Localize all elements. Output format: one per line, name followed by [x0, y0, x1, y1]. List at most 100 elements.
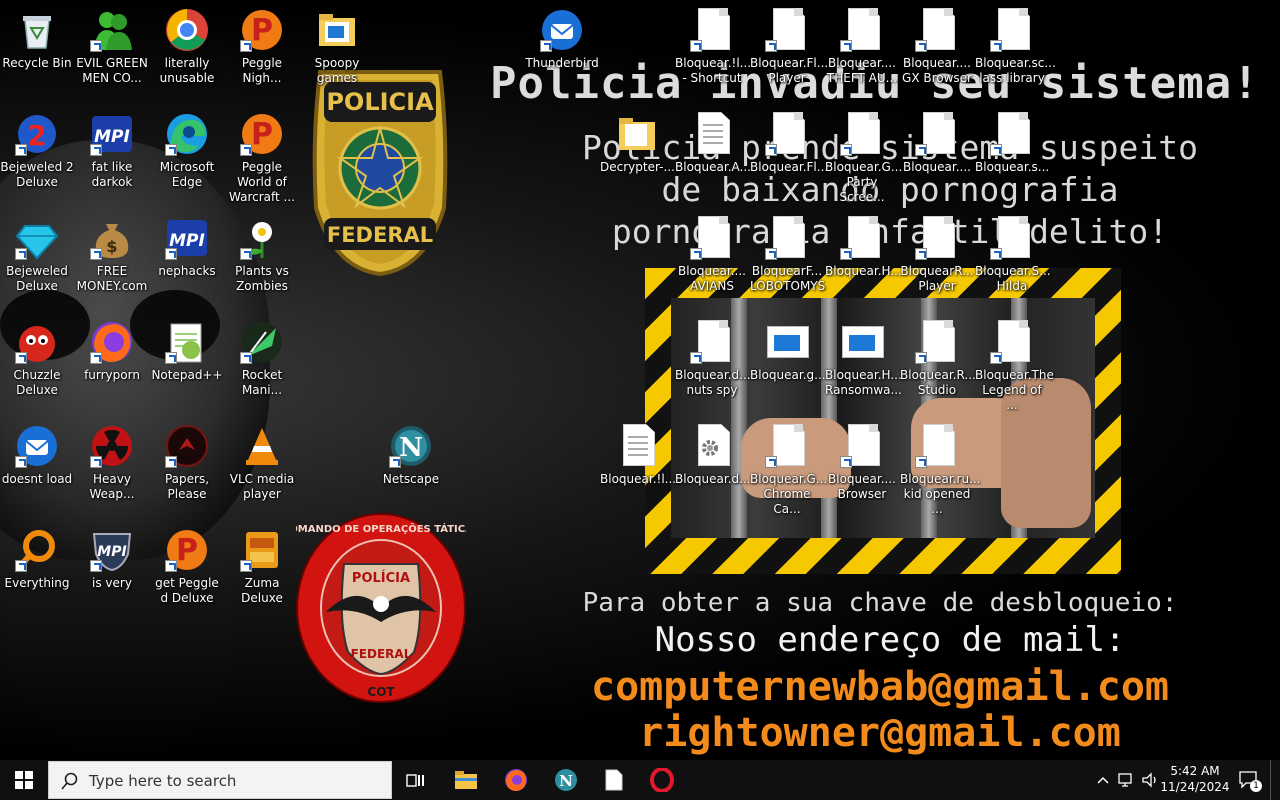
taskbar-netscape[interactable]: N	[542, 760, 590, 800]
desktop-icon-is-very[interactable]: MPI is very	[75, 524, 149, 591]
desktop-icon-plants-vs-zombies[interactable]: Plants vs Zombies	[225, 212, 299, 294]
taskbar-search-box[interactable]: Type here to search	[48, 761, 392, 799]
file-icon-bloquear-legend-of[interactable]: Bloquear.The Legend of ...	[975, 316, 1054, 413]
taskbar-clock[interactable]: 5:42 AM 11/24/2024	[1160, 763, 1230, 795]
netscape-icon: N	[389, 424, 433, 468]
file-icon-bloquear-chrome-cache[interactable]: Bloquear.G... Chrome Ca...	[750, 420, 827, 517]
file-icon-bloquear-hilda[interactable]: Bloquear.S... Hilda	[975, 212, 1051, 294]
desktop-icon-notepad-plus-plus[interactable]: Notepad++	[150, 316, 224, 383]
file-icon-bloquear-party-screen[interactable]: Bloquear.G... Party Scree...	[825, 108, 902, 205]
file-icon-bloquear-class-library[interactable]: Bloquear.sc... lass library	[975, 4, 1056, 86]
desktop-icon-doesnt-load[interactable]: doesnt load	[0, 420, 74, 487]
desktop-icon-label: Zuma Deluxe	[241, 576, 283, 605]
taskbar: Type here to search N 5:42 AM 11/24/2024…	[0, 760, 1280, 800]
desktop-icon-peggle-wow[interactable]: P Peggle World of Warcraft ...	[225, 108, 299, 205]
file-icon-bloquear-s[interactable]: Bloquear.s...	[975, 108, 1049, 175]
desktop-icon-free-money[interactable]: $ FREE MONEY.com	[75, 212, 149, 294]
desktop-icon-recycle-bin[interactable]: Recycle Bin	[0, 4, 74, 71]
badge-federal-top-text: POLICIA	[326, 88, 434, 116]
desktop-icon-label: Peggle World of Warcraft ...	[229, 160, 295, 204]
desktop-icon-evil-green-men[interactable]: EVIL GREEN MEN CO...	[75, 4, 149, 86]
file-icon-label: Bloquear.ru... kid opened ...	[900, 472, 981, 516]
file-icon-label: Bloquear.S... Hilda	[975, 264, 1051, 293]
file-icon-bloquear-fl-player[interactable]: Bloquear.Fl... Player	[750, 4, 828, 86]
desktop-icon-label: furryporn	[84, 368, 140, 382]
desktop-icon-fat-like-darkok[interactable]: MPI fat like darkok	[75, 108, 149, 190]
app-window-icon	[765, 320, 809, 364]
unlock-prompt: Para obter a sua chave de desbloqueio:	[582, 588, 1178, 618]
clock-date: 11/24/2024	[1160, 780, 1230, 794]
desktop-icon-label: literally unusable	[159, 56, 215, 85]
file-icon-bloquear-h[interactable]: Bloquear.H...	[825, 212, 902, 279]
file-explorer-icon	[455, 771, 477, 789]
notifications-button[interactable]: 1	[1234, 760, 1264, 800]
file-icon-bloquear-generic[interactable]: Bloquear....	[900, 108, 974, 175]
desktop-icon-thunderbird[interactable]: Thunderbird	[525, 4, 599, 71]
mail-heading: Nosso endereço de mail:	[654, 620, 1126, 660]
desktop-icon-literally-unusable[interactable]: literally unusable	[150, 4, 224, 86]
file-icon-bloquear-studio[interactable]: Bloquear.R... Studio	[900, 316, 976, 398]
file-icon-decrypter-folder[interactable]: Decrypter-...	[600, 108, 675, 175]
file-icon-bloquear-shortcut[interactable]: Bloquear.!l... - Shortcut	[675, 4, 752, 86]
document-icon	[840, 8, 884, 52]
volume-button[interactable]	[1138, 760, 1162, 800]
desktop-icon-spoopy-games[interactable]: Spoopy games	[300, 4, 374, 86]
badge-cot-ring-text: COMANDO DE OPERAÇÕES TÁTICAS	[296, 522, 466, 535]
file-icon-bloquear-kid-opened[interactable]: Bloquear.ru... kid opened ...	[900, 420, 981, 517]
file-icon-bloquear-text[interactable]: Bloquear.!l...	[600, 420, 676, 487]
file-icon-bloquear-donuts-spy[interactable]: Bloquear.d... nuts spy	[675, 316, 751, 398]
desktop-icon-vlc-media-player[interactable]: VLC media player	[225, 420, 299, 502]
desktop-icon-papers-please[interactable]: Papers, Please	[150, 420, 224, 502]
file-icon-bloquear-d-settings[interactable]: Bloquear.d...	[675, 420, 751, 487]
desktop-icon-bejeweled-deluxe[interactable]: Bejeweled Deluxe	[0, 212, 74, 294]
desktop-icon-netscape[interactable]: N Netscape	[374, 420, 448, 487]
file-icon-bloquear-browser[interactable]: Bloquear.... Browser	[825, 420, 899, 502]
desktop-icon-get-peggle-deluxe[interactable]: P get Peggle d Deluxe	[150, 524, 224, 606]
file-icon-bloquear-a[interactable]: Bloquear.A...	[675, 108, 751, 175]
desktop-icon-heavy-weapon[interactable]: Heavy Weap...	[75, 420, 149, 502]
file-icon-bloquear-lobotomys[interactable]: BloquearF... LOBOTOMYS	[750, 212, 825, 294]
desktop-icon-chuzzle-deluxe[interactable]: Chuzzle Deluxe	[0, 316, 74, 398]
file-icon-bloquear-theft-auto[interactable]: Bloquear.... THEFT AU...	[825, 4, 899, 86]
mpi-icon: MPI	[90, 112, 134, 156]
document-icon	[915, 112, 959, 156]
taskbar-firefox[interactable]	[492, 760, 540, 800]
desktop-icon-everything[interactable]: Everything	[0, 524, 74, 591]
desktop-icon-microsoft-edge[interactable]: Microsoft Edge	[150, 108, 224, 190]
file-icon-bloquear-fl[interactable]: Bloquear.Fl...	[750, 108, 828, 175]
file-icon-bloquear-ransomware[interactable]: Bloquear.H... Ransomwa...	[825, 316, 902, 398]
desktop-icon-nephacks[interactable]: MPI nephacks	[150, 212, 224, 279]
desktop-icon-furryporn[interactable]: furryporn	[75, 316, 149, 383]
taskbar-blank-file[interactable]	[590, 760, 638, 800]
desktop[interactable]: POLICIA FEDERAL COMANDO DE OPERAÇÕES TÁT…	[0, 0, 1280, 760]
file-icon-bloquear-gx-browser[interactable]: Bloquear.... GX Browser	[900, 4, 974, 86]
money-bag-icon: $	[90, 216, 134, 260]
svg-text:P: P	[176, 533, 198, 568]
taskbar-file-explorer[interactable]	[442, 760, 490, 800]
desktop-icon-label: fat like darkok	[91, 160, 133, 189]
desktop-icon-bejeweled-2[interactable]: 2 Bejeweled 2 Deluxe	[0, 108, 74, 190]
desktop-icon-rocket-mania[interactable]: Rocket Mani...	[225, 316, 299, 398]
network-icon	[1118, 773, 1132, 787]
desktop-icon-zuma-deluxe[interactable]: Zuma Deluxe	[225, 524, 299, 606]
start-button[interactable]	[0, 760, 48, 800]
file-icon-bloquear-r-player[interactable]: BloquearR... Player	[900, 212, 974, 294]
desktop-icon-peggle-nights[interactable]: P Peggle Nigh...	[225, 4, 299, 86]
show-hidden-icons-button[interactable]	[1092, 760, 1114, 800]
edge-icon	[165, 112, 209, 156]
desktop-icon-label: Bejeweled Deluxe	[6, 264, 68, 293]
app-window-icon	[840, 320, 884, 364]
chrome-icon	[165, 8, 209, 52]
document-icon	[765, 424, 809, 468]
file-icon-bloquear-avians[interactable]: Bloquear.... AVIANS	[675, 212, 749, 294]
file-icon-label: Bloquear.!l... - Shortcut	[675, 56, 752, 85]
desktop-icon-label: Recycle Bin	[2, 56, 72, 70]
file-icon-label: Bloquear.d...	[675, 472, 751, 486]
search-icon	[61, 772, 78, 790]
show-desktop-button[interactable]	[1270, 760, 1280, 800]
taskbar-opera[interactable]	[638, 760, 686, 800]
file-icon-bloquear-g[interactable]: Bloquear.g...	[750, 316, 826, 383]
svg-text:N: N	[559, 772, 573, 790]
task-view-button[interactable]	[392, 760, 440, 800]
network-button[interactable]	[1114, 760, 1138, 800]
